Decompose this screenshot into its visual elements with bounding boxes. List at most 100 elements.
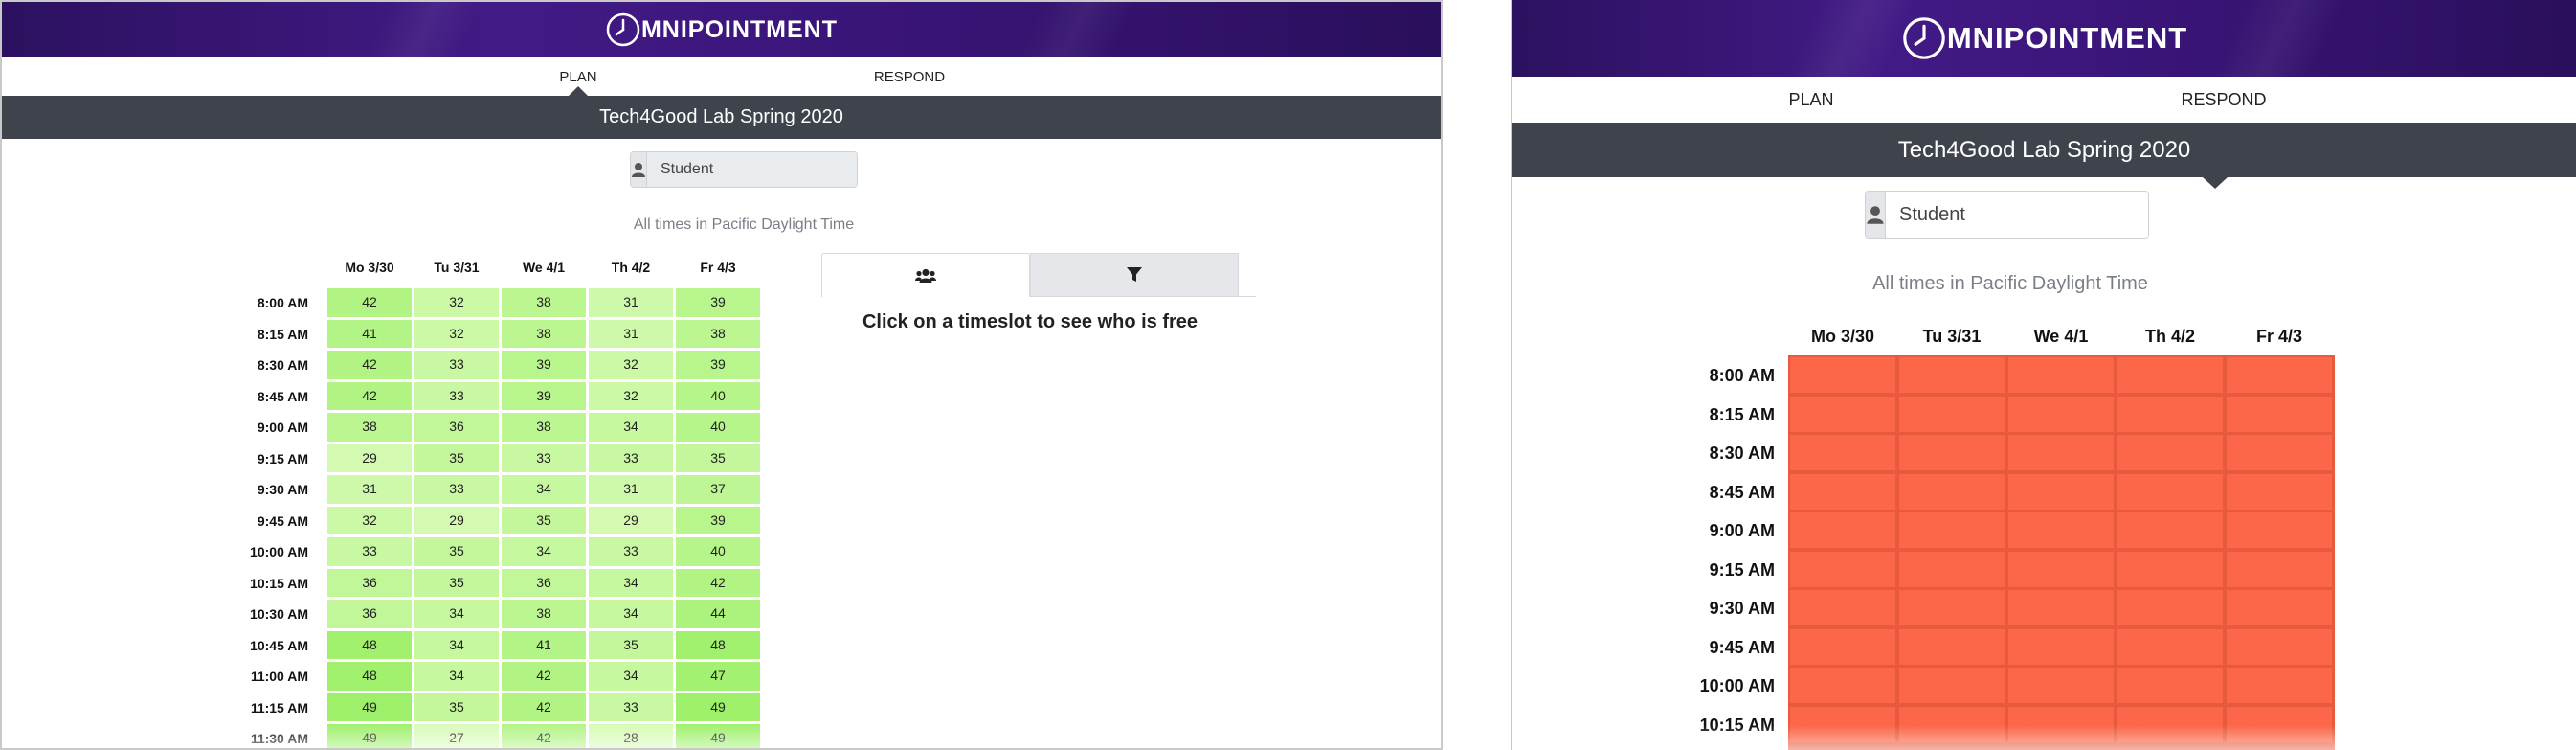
- tab-who-is-free[interactable]: [821, 253, 1030, 297]
- timeslot-cell[interactable]: 48: [327, 662, 412, 691]
- timeslot-cell[interactable]: 40: [676, 537, 760, 566]
- timeslot-cell[interactable]: [1790, 628, 1895, 665]
- timeslot-cell[interactable]: [1790, 435, 1895, 470]
- timeslot-cell[interactable]: [2117, 396, 2223, 432]
- timeslot-cell[interactable]: 35: [414, 537, 499, 566]
- timeslot-cell[interactable]: [1790, 512, 1895, 548]
- timeslot-cell[interactable]: [2117, 473, 2223, 510]
- timeslot-cell[interactable]: 36: [502, 568, 586, 597]
- timeslot-cell[interactable]: [2227, 396, 2332, 432]
- timeslot-cell[interactable]: [1899, 435, 2005, 470]
- timeslot-cell[interactable]: [2008, 628, 2114, 665]
- timeslot-cell[interactable]: [1790, 551, 1895, 587]
- timeslot-cell[interactable]: 33: [589, 537, 673, 566]
- tab-respond[interactable]: RESPOND: [2152, 90, 2296, 110]
- timeslot-cell[interactable]: 27: [414, 724, 499, 748]
- timeslot-cell[interactable]: 48: [327, 630, 412, 659]
- timeslot-cell[interactable]: [2117, 435, 2223, 470]
- timeslot-cell[interactable]: [2008, 473, 2114, 510]
- timeslot-cell[interactable]: 34: [589, 600, 673, 628]
- name-input[interactable]: [647, 152, 857, 187]
- timeslot-cell[interactable]: 41: [327, 319, 412, 348]
- timeslot-cell[interactable]: [1899, 396, 2005, 432]
- timeslot-cell[interactable]: [1899, 628, 2005, 665]
- timeslot-cell[interactable]: 38: [502, 288, 586, 317]
- timeslot-cell[interactable]: 29: [414, 506, 499, 534]
- timeslot-cell[interactable]: [2117, 590, 2223, 625]
- timeslot-cell[interactable]: 38: [327, 413, 412, 442]
- timeslot-cell[interactable]: 31: [327, 475, 412, 504]
- timeslot-cell[interactable]: 32: [414, 319, 499, 348]
- timeslot-cell[interactable]: 35: [414, 443, 499, 472]
- timeslot-cell[interactable]: [2008, 551, 2114, 587]
- timeslot-cell[interactable]: [2117, 668, 2223, 703]
- timeslot-cell[interactable]: 34: [502, 475, 586, 504]
- timeslot-cell[interactable]: [2008, 512, 2114, 548]
- timeslot-cell[interactable]: [2227, 668, 2332, 703]
- timeslot-cell[interactable]: [2008, 435, 2114, 470]
- tab-filter[interactable]: [1030, 253, 1239, 297]
- timeslot-cell[interactable]: 49: [327, 724, 412, 748]
- timeslot-cell[interactable]: 35: [414, 693, 499, 721]
- timeslot-cell[interactable]: [1899, 357, 2005, 393]
- timeslot-cell[interactable]: 38: [502, 413, 586, 442]
- timeslot-cell[interactable]: [1899, 590, 2005, 625]
- timeslot-cell[interactable]: [2227, 357, 2332, 393]
- timeslot-cell[interactable]: 29: [589, 506, 673, 534]
- timeslot-cell[interactable]: 33: [589, 443, 673, 472]
- timeslot-cell[interactable]: 34: [414, 600, 499, 628]
- timeslot-cell[interactable]: [2008, 590, 2114, 625]
- timeslot-cell[interactable]: 34: [589, 413, 673, 442]
- timeslot-cell[interactable]: 48: [676, 630, 760, 659]
- timeslot-cell[interactable]: 29: [327, 443, 412, 472]
- timeslot-cell[interactable]: 42: [502, 724, 586, 748]
- timeslot-cell[interactable]: 32: [327, 506, 412, 534]
- tab-plan[interactable]: PLAN: [540, 69, 616, 85]
- timeslot-cell[interactable]: 47: [676, 662, 760, 691]
- timeslot-cell[interactable]: [2117, 706, 2223, 742]
- timeslot-cell[interactable]: 39: [676, 506, 760, 534]
- timeslot-cell[interactable]: [2008, 396, 2114, 432]
- brand-logo[interactable]: MNIPOINTMENT: [605, 11, 838, 48]
- timeslot-cell[interactable]: 38: [502, 319, 586, 348]
- timeslot-cell[interactable]: 35: [676, 443, 760, 472]
- timeslot-cell[interactable]: 33: [414, 381, 499, 410]
- timeslot-cell[interactable]: 49: [327, 693, 412, 721]
- timeslot-cell[interactable]: [2117, 357, 2223, 393]
- timeslot-cell[interactable]: 36: [414, 413, 499, 442]
- timeslot-cell[interactable]: [2227, 590, 2332, 625]
- timeslot-cell[interactable]: 39: [676, 288, 760, 317]
- timeslot-cell[interactable]: 34: [589, 662, 673, 691]
- timeslot-cell[interactable]: 33: [589, 693, 673, 721]
- timeslot-cell[interactable]: 39: [502, 351, 586, 379]
- timeslot-cell[interactable]: [1899, 668, 2005, 703]
- timeslot-cell[interactable]: 35: [589, 630, 673, 659]
- timeslot-cell[interactable]: 33: [414, 475, 499, 504]
- timeslot-cell[interactable]: [1899, 551, 2005, 587]
- timeslot-cell[interactable]: 33: [327, 537, 412, 566]
- timeslot-cell[interactable]: 42: [502, 693, 586, 721]
- timeslot-cell[interactable]: 38: [676, 319, 760, 348]
- timeslot-cell[interactable]: [1790, 706, 1895, 742]
- timeslot-cell[interactable]: 42: [502, 662, 586, 691]
- timeslot-cell[interactable]: [1790, 668, 1895, 703]
- timeslot-cell[interactable]: 41: [502, 630, 586, 659]
- name-input[interactable]: [1886, 192, 2148, 238]
- timeslot-cell[interactable]: 31: [589, 288, 673, 317]
- timeslot-cell[interactable]: 36: [327, 568, 412, 597]
- timeslot-cell[interactable]: 35: [414, 568, 499, 597]
- timeslot-cell[interactable]: 28: [589, 724, 673, 748]
- timeslot-cell[interactable]: [1899, 512, 2005, 548]
- timeslot-cell[interactable]: 42: [327, 288, 412, 317]
- timeslot-cell[interactable]: 33: [414, 351, 499, 379]
- timeslot-cell[interactable]: 44: [676, 600, 760, 628]
- timeslot-cell[interactable]: [2227, 435, 2332, 470]
- timeslot-cell[interactable]: 40: [676, 413, 760, 442]
- timeslot-cell[interactable]: 37: [676, 475, 760, 504]
- timeslot-cell[interactable]: 42: [676, 568, 760, 597]
- name-field[interactable]: [630, 151, 858, 188]
- timeslot-cell[interactable]: 39: [502, 381, 586, 410]
- timeslot-cell[interactable]: 42: [327, 351, 412, 379]
- timeslot-cell[interactable]: 36: [327, 600, 412, 628]
- timeslot-cell[interactable]: 32: [414, 288, 499, 317]
